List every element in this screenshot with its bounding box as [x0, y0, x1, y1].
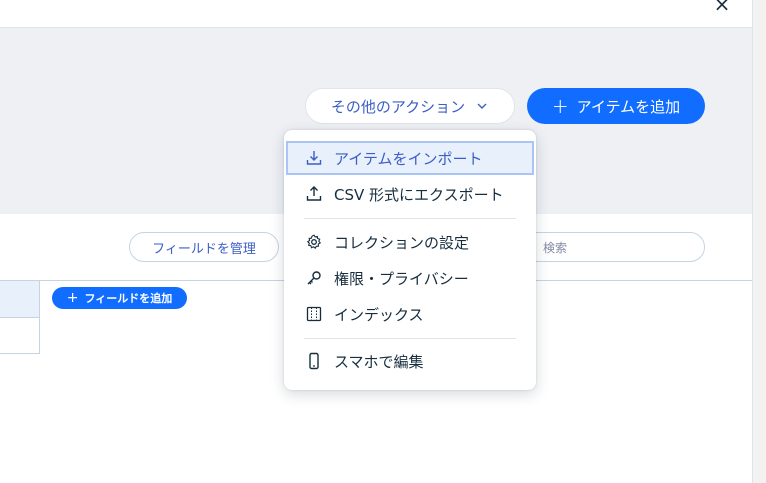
menu-item-edit-on-mobile[interactable]: スマホで編集	[286, 344, 534, 378]
download-icon	[306, 151, 322, 165]
menu-item-label: スマホで編集	[334, 352, 424, 371]
menu-item-label: インデックス	[334, 305, 424, 324]
plus-icon: +	[551, 94, 569, 118]
menu-item-label: コレクションの設定	[334, 233, 470, 252]
menu-item-import[interactable]: アイテムをインポート	[286, 141, 534, 175]
manage-fields-button[interactable]: フィールドを管理	[129, 232, 279, 262]
search-placeholder: 検索	[543, 240, 568, 255]
menu-item-label: CSV 形式にエクスポート	[334, 185, 504, 204]
manage-fields-label: フィールドを管理	[152, 241, 256, 257]
menu-item-collection-settings[interactable]: コレクションの設定	[286, 225, 534, 259]
menu-item-label: 権限・プライバシー	[334, 269, 469, 288]
plus-icon: +	[66, 290, 79, 306]
chevron-down-icon	[477, 103, 487, 109]
menu-item-permissions[interactable]: 権限・プライバシー	[286, 261, 534, 295]
more-actions-label: その他のアクション	[330, 97, 466, 116]
vertical-scrollbar[interactable]	[752, 0, 766, 483]
gear-icon	[306, 234, 322, 250]
top-bar: ×	[0, 0, 752, 28]
upload-icon	[306, 186, 322, 201]
close-icon[interactable]: ×	[712, 0, 732, 14]
menu-item-label: アイテムをインポート	[334, 149, 483, 168]
add-field-label: フィールドを追加	[84, 292, 173, 305]
more-actions-menu: アイテムをインポート CSV 形式にエクスポート コレクションの設定 権限・プラ…	[284, 130, 536, 390]
menu-divider	[304, 218, 516, 219]
key-icon	[307, 271, 321, 285]
index-icon	[306, 306, 322, 322]
more-actions-button[interactable]: その他のアクション	[305, 88, 515, 124]
menu-divider	[304, 338, 516, 339]
add-item-button[interactable]: + アイテムを追加	[527, 88, 705, 124]
menu-item-export-csv[interactable]: CSV 形式にエクスポート	[286, 177, 534, 211]
search-input[interactable]: 検索	[520, 232, 705, 262]
table-cell[interactable]	[0, 281, 40, 318]
add-item-label: アイテムを追加	[576, 97, 681, 116]
smartphone-icon	[309, 352, 319, 370]
menu-item-index[interactable]: インデックス	[286, 297, 534, 331]
add-field-button[interactable]: + フィールドを追加	[52, 287, 187, 309]
table-cell[interactable]	[0, 318, 40, 354]
